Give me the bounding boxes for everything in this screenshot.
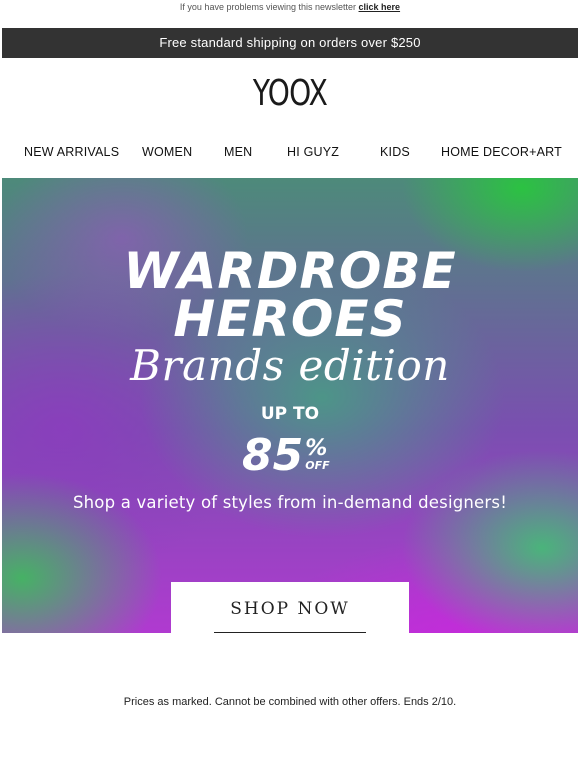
cropped-next-section <box>220 768 360 774</box>
main-nav: NEW ARRIVALS WOMEN MEN HI GUYZ KIDS HOME… <box>0 142 580 162</box>
discount-off-label: OFF <box>305 459 330 472</box>
nav-item-home-decor-art[interactable]: HOME DECOR+ART <box>441 142 562 162</box>
hero-title-line2: HEROES <box>173 290 407 348</box>
nav-item-men[interactable]: MEN <box>224 142 252 162</box>
yoox-logo[interactable]: YOOX <box>64 72 516 116</box>
preheader-text: If you have problems viewing this newsle… <box>179 2 357 12</box>
nav-item-new-arrivals[interactable]: NEW ARRIVALS <box>24 142 119 162</box>
hero-title-line1: WARDROBE <box>123 242 457 300</box>
discount-percent-symbol: % <box>305 436 328 461</box>
shipping-banner-text: Free standard shipping on orders over $2… <box>159 35 421 50</box>
discount-number: 85 <box>242 430 304 481</box>
terms-text: Prices as marked. Cannot be combined wit… <box>123 696 457 708</box>
hero-subtitle: Shop a variety of styles from in-demand … <box>72 493 508 512</box>
nav-item-kids[interactable]: KIDS <box>380 142 410 162</box>
nav-item-hi-guyz[interactable]: HI GUYZ <box>287 142 339 162</box>
preheader: If you have problems viewing this newsle… <box>0 0 580 14</box>
click-here-link[interactable]: click here <box>359 2 401 12</box>
shop-now-underline <box>214 632 366 633</box>
nav-item-women[interactable]: WOMEN <box>142 142 192 162</box>
hero-up-to: UP TO <box>260 404 320 424</box>
hero-discount: 85% OFF <box>242 432 330 480</box>
shipping-banner: Free standard shipping on orders over $2… <box>2 28 578 58</box>
hero-script-subtitle: Brands edition <box>130 341 450 390</box>
shop-now-label: SHOP NOW <box>230 599 350 619</box>
hero-banner[interactable]: WARDROBE HEROES Brands edition UP TO 85%… <box>2 178 578 633</box>
shop-now-button[interactable]: SHOP NOW <box>171 582 409 633</box>
